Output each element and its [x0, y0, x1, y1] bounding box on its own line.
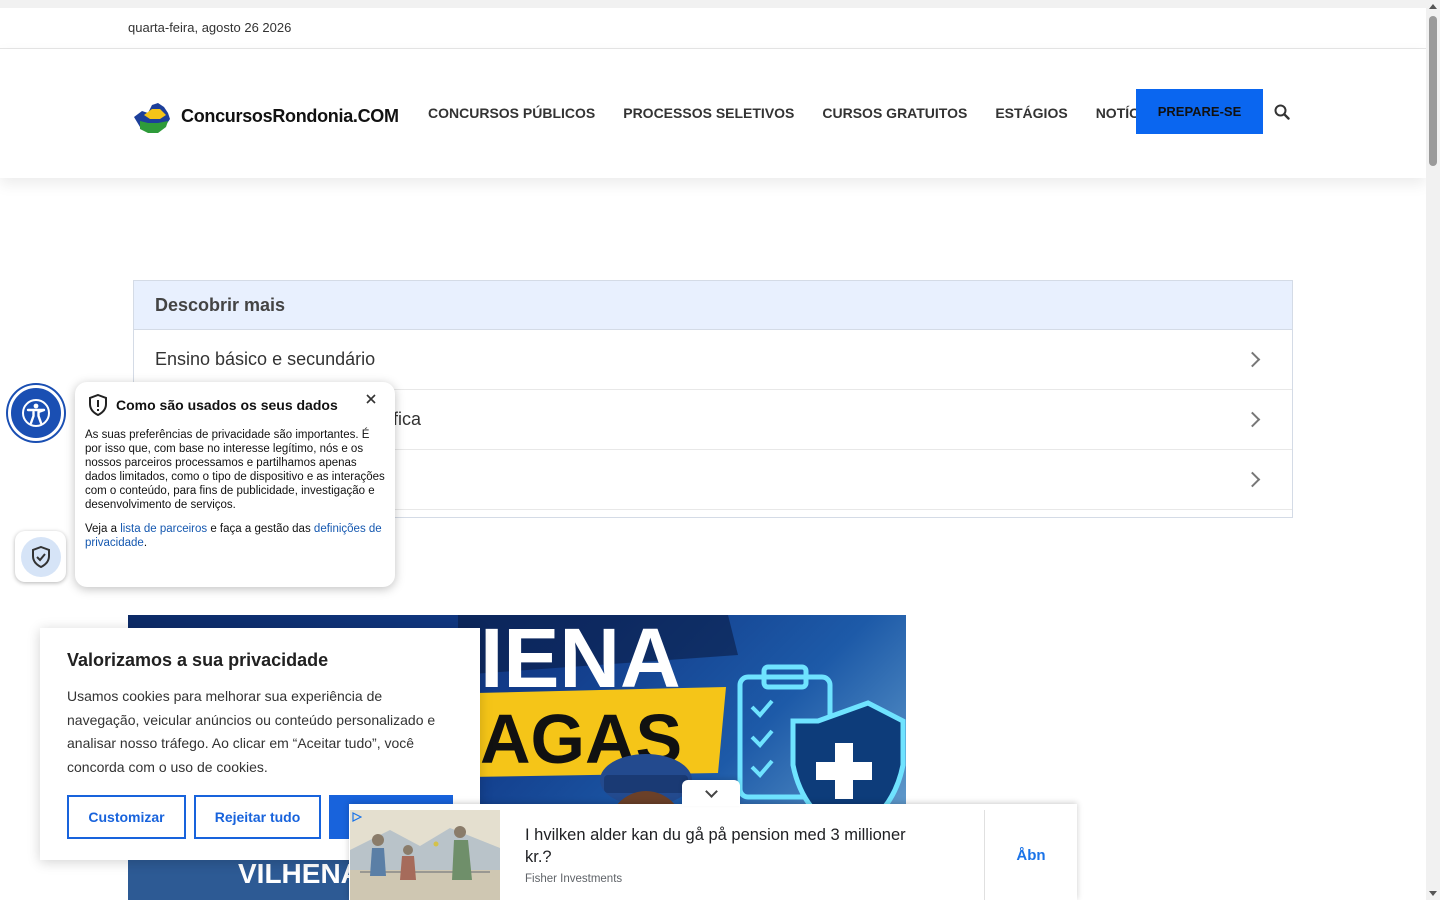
anchor-ad: I hvilken alder kan du gå på pension med… — [349, 780, 1077, 900]
page-scrollbar[interactable] — [1426, 0, 1440, 900]
privacy-popup-links: Veja a lista de parceiros e faça a gestã… — [85, 522, 385, 550]
discover-item-label: fica — [393, 409, 422, 429]
chevron-right-icon — [1244, 471, 1261, 488]
accessibility-button[interactable] — [8, 385, 64, 441]
partners-list-link[interactable]: lista de parceiros — [120, 523, 207, 535]
chevron-right-icon — [1244, 351, 1261, 368]
ad-pickleball-illustration — [350, 810, 500, 900]
logo-text: ConcursosRondonia.COM — [181, 106, 399, 126]
ad-open-button[interactable]: Åbn — [985, 810, 1077, 900]
site-header: ConcursosRondonia.COM CONCURSOS PÚBLICOS… — [0, 49, 1426, 178]
privacy-settings-inner — [20, 536, 61, 577]
discover-item[interactable]: Ensino básico e secundário — [134, 330, 1292, 390]
current-date: quarta-feira, agosto 26 2026 — [128, 20, 292, 35]
scroll-up-arrow-icon[interactable] — [1429, 4, 1437, 9]
adchoices-icon[interactable] — [352, 812, 362, 822]
chevron-down-icon — [704, 784, 718, 798]
rondonia-map-icon — [134, 103, 170, 133]
customize-button[interactable]: Customizar — [67, 795, 186, 839]
privacy-settings-button[interactable] — [15, 531, 66, 582]
cookie-banner-text: Usamos cookies para melhorar sua experiê… — [67, 688, 436, 775]
nav-estagios[interactable]: ESTÁGIOS — [995, 105, 1067, 121]
links-suffix: . — [143, 537, 148, 549]
privacy-popup-body: As suas preferências de privacidade são … — [85, 429, 385, 511]
privacy-data-popup: Como são usados os seus dados As suas pr… — [75, 382, 395, 587]
top-strip — [0, 0, 1426, 8]
privacy-popup-header: Como são usados os seus dados — [88, 394, 385, 416]
links-prefix: Veja a — [85, 523, 117, 535]
ad-image[interactable] — [350, 810, 500, 900]
discover-more-title: Descobrir mais — [134, 281, 1292, 330]
reject-all-button[interactable]: Rejeitar tudo — [194, 795, 321, 839]
nav-concursos-publicos[interactable]: CONCURSOS PÚBLICOS — [428, 105, 595, 121]
nav-cursos-gratuitos[interactable]: CURSOS GRATUITOS — [822, 105, 967, 121]
image-text-bottom: VILHENA — [238, 858, 361, 889]
shield-icon — [89, 394, 107, 416]
prepare-se-button[interactable]: PREPARE-SE — [1136, 89, 1263, 134]
cookie-banner-title: Valorizamos a sua privacidade — [67, 650, 329, 670]
discover-item-label: Ensino básico e secundário — [155, 349, 376, 369]
top-bar: quarta-feira, agosto 26 2026 — [0, 8, 1426, 49]
nav-processos-seletivos[interactable]: PROCESSOS SELETIVOS — [623, 105, 794, 121]
ad-advertiser: Fisher Investments — [525, 873, 623, 885]
chevron-right-icon — [1244, 411, 1261, 428]
accessibility-icon — [22, 399, 50, 427]
close-icon[interactable] — [364, 392, 378, 406]
search-icon[interactable] — [1274, 104, 1290, 120]
main-navigation: CONCURSOS PÚBLICOS PROCESSOS SELETIVOS C… — [428, 105, 1202, 121]
ad-collapse-button[interactable] — [682, 780, 740, 806]
ad-headline[interactable]: I hvilken alder kan du gå på pension med… — [525, 824, 925, 868]
shield-icon — [31, 545, 50, 568]
scroll-down-arrow-icon[interactable] — [1429, 891, 1437, 896]
site-logo[interactable]: ConcursosRondonia.COM — [130, 97, 400, 137]
links-middle: e faça a gestão das — [210, 523, 311, 535]
scrollbar-thumb[interactable] — [1429, 16, 1437, 166]
privacy-popup-title: Como são usados os seus dados — [116, 397, 338, 413]
